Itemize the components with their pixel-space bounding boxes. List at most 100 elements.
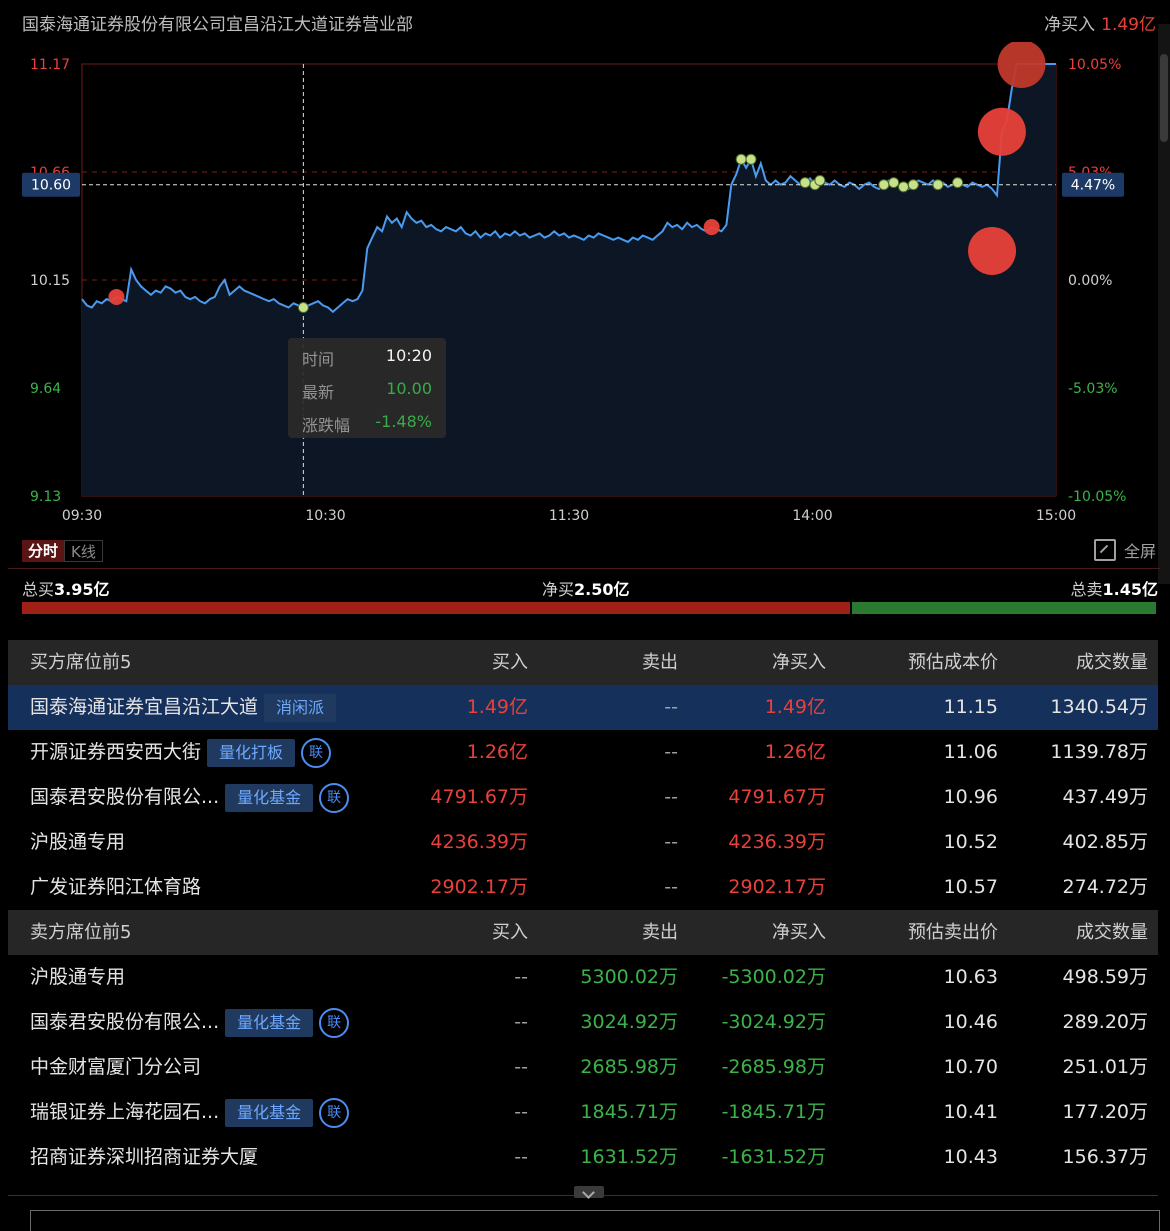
buy-value: 2902.17万 xyxy=(430,876,528,898)
total-sell-label: 总卖 xyxy=(1070,580,1103,599)
sell-table-header: 卖方席位前5 买入 卖出 净买入 预估卖出价 成交数量 xyxy=(8,910,1158,955)
sell-marker xyxy=(297,302,309,314)
linked-icon[interactable]: 联 xyxy=(301,737,332,768)
top-bar: 国泰海通证券股份有限公司宜昌沿江大道证券营业部 净买入 1.49亿 xyxy=(0,0,1170,42)
table-row[interactable]: 中金财富厦门分公司 -- 2685.98万 -2685.98万 10.70 251.01万 xyxy=(8,1045,1158,1090)
buy-marker xyxy=(968,226,1017,275)
sell-marker xyxy=(888,177,900,189)
seat-cell: 国泰君安股份有限公... 量化基金联 xyxy=(30,1000,350,1045)
buy-value: -- xyxy=(514,1146,528,1168)
seat-name: 招商证券深圳招商证券大厦 xyxy=(30,1146,259,1168)
price-value: 10.96 xyxy=(943,786,998,808)
net-value: -2685.98万 xyxy=(721,1056,826,1078)
total-buy: 总买3.95亿 xyxy=(22,576,110,600)
intraday-chart[interactable]: 11.1710.05%10.665.03%10.150.00%9.64-5.03… xyxy=(0,40,1160,542)
table-row[interactable]: 沪股通专用 4236.39万 -- 4236.39万 10.52 402.85万 xyxy=(8,820,1158,865)
col-cost: 预估成本价 xyxy=(908,652,998,673)
tooltip-time-label: 时间 xyxy=(302,350,335,369)
price-value: 10.43 xyxy=(943,1146,998,1168)
tab-intraday[interactable]: 分时 xyxy=(22,540,65,562)
net-value: -3024.92万 xyxy=(721,1011,826,1033)
sell-ratio-bar xyxy=(852,602,1156,614)
y-tick-right: -10.05% xyxy=(1068,489,1126,505)
sell-rows: 沪股通专用 -- 5300.02万 -5300.02万 10.63 498.59万 国泰君安… xyxy=(8,955,1158,1180)
x-tick: 15:00 xyxy=(1036,508,1076,524)
price-value: 11.06 xyxy=(943,741,998,763)
sell-marker xyxy=(878,179,890,191)
seat-cell: 中金财富厦门分公司 xyxy=(30,1045,201,1090)
table-row[interactable]: 开源证券西安西大街 量化打板联 1.26亿 -- 1.26亿 11.06 1139.78万 xyxy=(8,730,1158,775)
x-tick: 11:30 xyxy=(549,508,589,524)
price-value: 10.46 xyxy=(943,1011,998,1033)
sell-marker xyxy=(952,177,964,189)
seat-tag[interactable]: 量化打板 xyxy=(207,738,296,767)
net-value: -1845.71万 xyxy=(721,1101,826,1123)
sell-value: -- xyxy=(664,876,678,898)
table-row[interactable]: 国泰君安股份有限公... 量化基金联 4791.67万 -- 4791.67万 10.96… xyxy=(8,775,1158,820)
linked-icon[interactable]: 联 xyxy=(319,1097,350,1128)
table-row[interactable]: 沪股通专用 -- 5300.02万 -5300.02万 10.63 498.59万 xyxy=(8,955,1158,1000)
chart-tooltip: 时间 10:20 最新 10.00 涨跌幅 -1.48% xyxy=(288,338,446,438)
crosshair-pct: 4.47% xyxy=(1071,178,1115,194)
y-tick-left: 10.15 xyxy=(30,273,70,289)
seat-tag[interactable]: 量化基金 xyxy=(225,783,314,812)
volume-value: 274.72万 xyxy=(1062,876,1148,898)
x-tick: 09:30 xyxy=(62,508,102,524)
sell-value: 3024.92万 xyxy=(580,1011,678,1033)
seat-tag[interactable]: 量化基金 xyxy=(225,1008,314,1037)
col-sell: 卖出 xyxy=(642,922,678,943)
net-value: -5300.02万 xyxy=(721,966,826,988)
chart-tabs: 分时 K线 xyxy=(22,540,103,562)
table-row[interactable]: 广发证券阳江体育路 2902.17万 -- 2902.17万 10.57 274.72万 xyxy=(8,865,1158,910)
total-sell: 总卖1.45亿 xyxy=(1071,576,1159,600)
seat-tag[interactable]: 量化基金 xyxy=(225,1098,314,1127)
summary-bar: 总买3.95亿 净买2.50亿 总卖1.45亿 xyxy=(22,576,1158,600)
net-buy-summary-label: 净买 xyxy=(542,580,575,599)
table-row[interactable]: 瑞银证券上海花园石... 量化基金联 -- 1845.71万 -1845.71万 10.4… xyxy=(8,1090,1158,1135)
seat-cell: 招商证券深圳招商证券大厦 xyxy=(30,1135,258,1180)
seat-name: 瑞银证券上海花园石... xyxy=(30,1101,220,1123)
seat-name: 国泰君安股份有限公... xyxy=(30,1011,220,1033)
tooltip-change-label: 涨跌幅 xyxy=(302,416,351,435)
sell-marker xyxy=(735,153,747,165)
seat-cell: 国泰君安股份有限公... 量化基金联 xyxy=(30,775,350,820)
seats-table: 买方席位前5 买入 卖出 净买入 预估成本价 成交数量 国泰海通证券宜昌沿江大道… xyxy=(8,640,1158,1180)
buy-value: -- xyxy=(514,966,528,988)
fullscreen-label: 全屏 xyxy=(1123,542,1156,561)
buy-value: 4236.39万 xyxy=(430,831,528,853)
bottom-panel xyxy=(30,1210,1160,1231)
crosshair-price: 10.60 xyxy=(31,178,71,194)
scrollbar-thumb[interactable] xyxy=(1160,54,1168,142)
col-net: 净买入 xyxy=(772,652,826,673)
volume-value: 1340.54万 xyxy=(1050,696,1148,718)
app-root: 国泰海通证券股份有限公司宜昌沿江大道证券营业部 净买入 1.49亿 11.17 10… xyxy=(0,0,1170,1231)
seat-name: 沪股通专用 xyxy=(30,966,126,988)
volume-value: 498.59万 xyxy=(1062,966,1148,988)
price-value: 11.15 xyxy=(943,696,998,718)
fullscreen-icon xyxy=(1093,539,1116,561)
price-value: 10.57 xyxy=(943,876,998,898)
col-buy: 买入 xyxy=(492,652,528,673)
seat-name: 国泰海通证券宜昌沿江大道 xyxy=(30,696,259,718)
seat-name: 开源证券西安西大街 xyxy=(30,741,202,763)
linked-icon[interactable]: 联 xyxy=(319,1007,350,1038)
volume-value: 289.20万 xyxy=(1062,1011,1148,1033)
sell-marker xyxy=(799,177,811,189)
chart-svg[interactable]: 11.1710.05%10.665.03%10.150.00%9.64-5.03… xyxy=(0,40,1160,542)
total-buy-label: 总买 xyxy=(22,580,55,599)
fullscreen-button[interactable]: 全屏 xyxy=(1093,538,1156,562)
tab-kline[interactable]: K线 xyxy=(64,540,103,562)
tooltip-change-value: -1.48% xyxy=(375,412,432,431)
table-row[interactable]: 招商证券深圳招商证券大厦 -- 1631.52万 -1631.52万 10.43 156.… xyxy=(8,1135,1158,1180)
linked-icon[interactable]: 联 xyxy=(319,782,350,813)
seat-name: 广发证券阳江体育路 xyxy=(30,876,202,898)
collapse-button[interactable] xyxy=(574,1186,604,1198)
seat-cell: 广发证券阳江体育路 xyxy=(30,865,201,910)
seat-tag[interactable]: 消闲派 xyxy=(264,693,337,722)
y-tick-right: 0.00% xyxy=(1068,273,1112,289)
y-tick-left: 9.13 xyxy=(30,489,61,505)
table-row[interactable]: 国泰君安股份有限公... 量化基金联 -- 3024.92万 -3024.92万 10.4… xyxy=(8,1000,1158,1045)
sell-value: 1631.52万 xyxy=(580,1146,678,1168)
table-row[interactable]: 国泰海通证券宜昌沿江大道 消闲派 1.49亿 -- 1.49亿 11.15 1340.54万 xyxy=(8,685,1158,730)
total-buy-value: 3.95亿 xyxy=(54,580,110,599)
